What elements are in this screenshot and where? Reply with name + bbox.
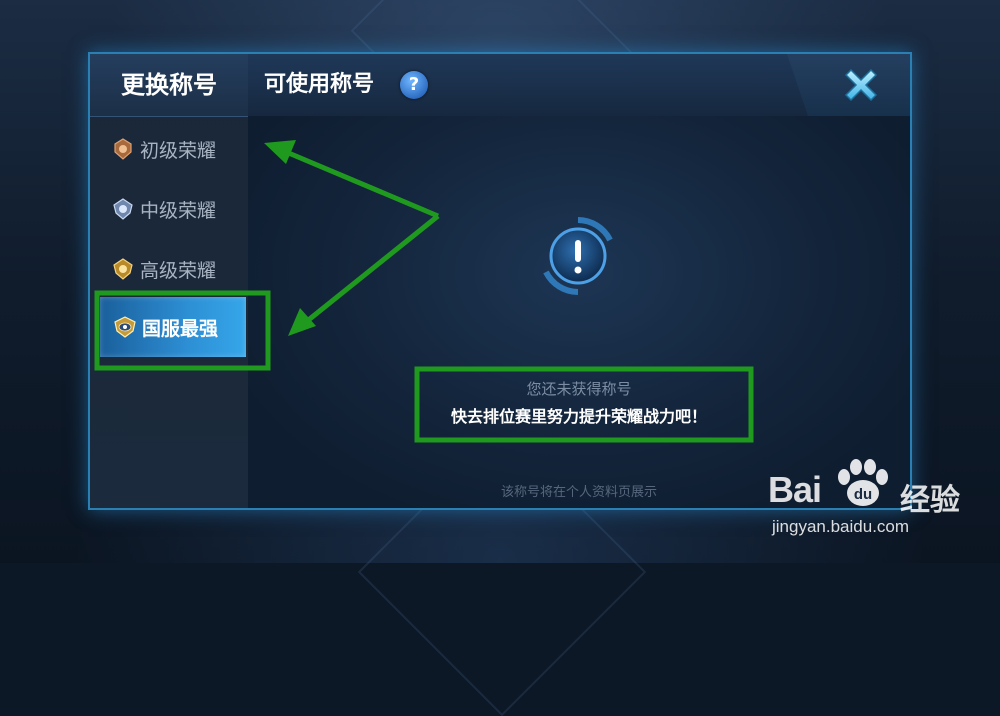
sidebar-item-junior[interactable]: 初级荣耀 xyxy=(98,124,248,174)
empty-state-title: 您还未获得称号 xyxy=(526,380,632,398)
gold-medal-icon xyxy=(113,258,133,280)
king-medal-icon xyxy=(114,316,136,338)
svg-text:du: du xyxy=(854,486,872,503)
header: 可使用称号 ? xyxy=(248,54,910,117)
page-title: 可使用称号 xyxy=(264,72,375,97)
alert-icon xyxy=(543,217,613,295)
sidebar-item-label: 高级荣耀 xyxy=(140,259,217,282)
watermark-url: jingyan.baidu.com xyxy=(772,517,910,536)
close-icon[interactable] xyxy=(840,64,882,106)
sidebar-item-strongest[interactable]: 国服最强 xyxy=(100,297,246,357)
empty-state-hint: 快去排位赛里努力提升荣耀战力吧！ xyxy=(450,407,707,426)
title-dialog: 更换称号 初级荣耀 中级荣耀 高级荣耀 国服最强 可使用称号 ? 您还未获得称号… xyxy=(88,52,912,510)
watermark-brand-cn: 经验 xyxy=(900,483,960,518)
sidebar-item-senior[interactable]: 高级荣耀 xyxy=(98,244,248,294)
sidebar-item-label: 初级荣耀 xyxy=(140,139,217,162)
sidebar-title: 更换称号 xyxy=(90,54,248,117)
watermark-brand: Bai xyxy=(768,469,822,510)
content-area: 您还未获得称号 快去排位赛里努力提升荣耀战力吧！ 该称号将在个人资料页展示 xyxy=(248,116,910,508)
silver-medal-icon xyxy=(113,198,133,220)
sidebar-item-label: 国服最强 xyxy=(142,317,219,340)
watermark: Bai du 经验 jingyan.baidu.com xyxy=(768,455,988,555)
paw-logo-icon: du xyxy=(838,459,888,506)
sidebar-item-label: 中级荣耀 xyxy=(140,199,217,222)
help-button[interactable]: ? xyxy=(400,71,428,99)
close-button-backplate xyxy=(787,54,910,116)
bronze-medal-icon xyxy=(114,138,132,160)
sidebar: 更换称号 初级荣耀 中级荣耀 高级荣耀 国服最强 xyxy=(90,54,249,508)
sidebar-item-intermediate[interactable]: 中级荣耀 xyxy=(98,184,248,234)
